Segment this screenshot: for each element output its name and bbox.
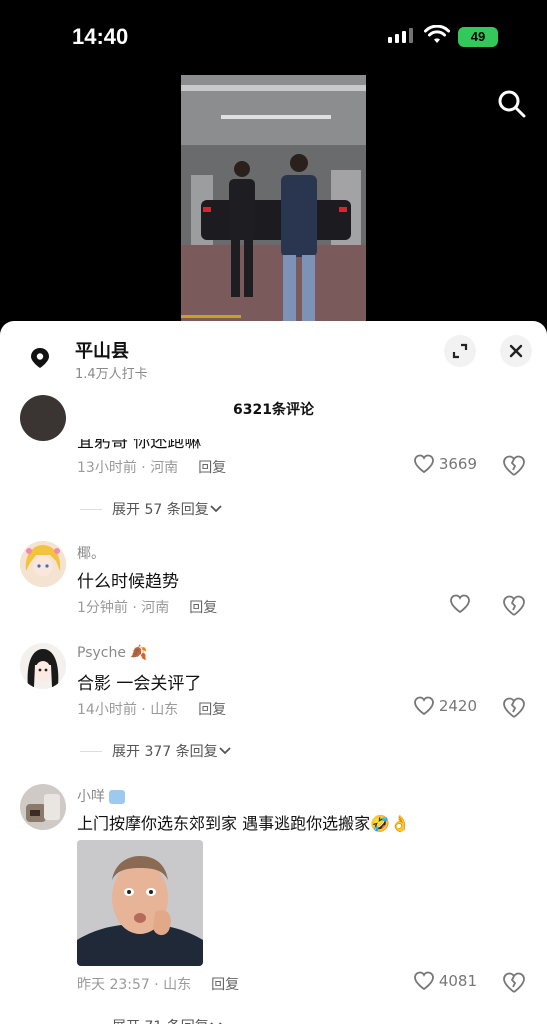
reply-button[interactable]: 回复 <box>189 600 217 616</box>
expand-replies-button[interactable]: 展开 57 条回复 <box>80 499 223 519</box>
like-count: 4081 <box>438 972 477 990</box>
like-button[interactable] <box>449 594 475 614</box>
comment-place: 河南 <box>150 460 179 476</box>
comment-time: 昨天 23:57 <box>77 977 150 993</box>
comment-item: 椰。 什么时候趋势 1分钟前 · 河南 回复 <box>0 541 547 641</box>
location-name: 平山县 <box>75 341 129 362</box>
comment-username[interactable]: 椰。 <box>77 543 105 563</box>
heart-icon <box>413 696 434 716</box>
battery-indicator: 49 <box>458 27 498 47</box>
user-badge-icon <box>109 790 126 804</box>
comment-username[interactable]: 小咩 <box>77 786 126 806</box>
comment-sticker-image[interactable] <box>77 840 203 966</box>
avatar[interactable] <box>20 395 66 441</box>
comment-count: 6321条评论 <box>233 402 314 418</box>
status-bar: 14:40 49 <box>0 0 547 70</box>
comment-meta: 昨天 23:57 · 山东 回复 <box>77 977 240 993</box>
heart-icon <box>413 454 434 474</box>
close-button[interactable] <box>500 335 532 367</box>
expand-replies-label: 展开 57 条回复 <box>112 502 209 518</box>
comment-time: 13小时前 <box>77 460 137 476</box>
divider <box>80 508 102 510</box>
leaf-badge-icon: 🍂 <box>130 645 148 661</box>
comment-text: 上门按摩你选东郊到家 遇事逃跑你选搬家🤣👌 <box>77 814 410 833</box>
comment-meta: 13小时前 · 河南 回复 <box>77 460 227 476</box>
chevron-down-icon <box>210 505 222 513</box>
comment-item: Psyche 🍂 合影 一会关评了 14小时前 · 山东 回复 2420 展开 3… <box>0 643 547 773</box>
comment-text: 宜躬哥 你还跑嘛 <box>77 432 202 452</box>
like-count: 2420 <box>438 697 477 715</box>
like-button[interactable]: 3669 <box>413 454 477 474</box>
like-button[interactable]: 4081 <box>413 971 477 991</box>
comment-place: 山东 <box>163 977 192 993</box>
video-frame <box>181 75 366 325</box>
comment-username-text: 小咩 <box>77 789 105 805</box>
battery-level: 49 <box>470 29 486 44</box>
avatar-image <box>20 784 66 830</box>
heart-icon <box>413 971 434 991</box>
avatar-image <box>20 643 66 689</box>
comment-time: 14小时前 <box>77 702 137 718</box>
expand-replies-label: 展开 71 条回复 <box>112 1016 209 1024</box>
comment-username[interactable]: Psyche 🍂 <box>77 645 148 661</box>
chevron-down-icon <box>218 747 231 755</box>
like-button[interactable]: 2420 <box>413 696 477 716</box>
video-preview[interactable] <box>181 75 366 325</box>
comment-item: 小咩 上门按摩你选东郊到家 遇事逃跑你选搬家🤣👌 昨天 23:57 · 山东 回复 <box>0 784 547 1024</box>
reply-button[interactable]: 回复 <box>198 460 226 476</box>
search-icon[interactable] <box>496 88 528 120</box>
avatar-image <box>20 541 66 587</box>
comment-meta: 1分钟前 · 河南 回复 <box>77 600 218 616</box>
avatar[interactable] <box>20 643 66 689</box>
cellular-signal-icon <box>388 28 413 43</box>
broken-heart-icon[interactable] <box>502 455 526 477</box>
sticker-art <box>77 840 203 966</box>
comment-sheet: 平山县 1.4万人打卡 6321条评论 宜躬哥 你还跑嘛 13小时前 · 河南回… <box>0 321 547 1024</box>
comment-place: 山东 <box>150 702 179 718</box>
expand-replies-label: 展开 377 条回复 <box>112 744 218 760</box>
reply-button[interactable]: 回复 <box>198 702 226 718</box>
status-time: 14:40 <box>72 24 129 49</box>
divider <box>80 750 102 752</box>
like-count: 3669 <box>438 455 477 473</box>
expand-replies-button[interactable]: 展开 71 条回复 <box>80 1016 223 1024</box>
broken-heart-icon[interactable] <box>502 595 526 617</box>
broken-heart-icon[interactable] <box>502 697 526 719</box>
comment-place: 河南 <box>141 600 170 616</box>
avatar[interactable] <box>20 784 66 830</box>
comment-item: 宜躬哥 你还跑嘛 13小时前 · 河南 回复 3669 展开 57 条回复 <box>0 395 547 541</box>
location-checkins: 1.4万人打卡 <box>75 367 148 382</box>
heart-icon <box>450 594 470 614</box>
comment-username-text: Psyche <box>77 645 126 661</box>
reply-button[interactable]: 回复 <box>211 977 239 993</box>
comment-time: 1分钟前 <box>77 600 128 616</box>
comment-text: 什么时候趋势 <box>77 572 179 592</box>
comment-text: 合影 一会关评了 <box>77 674 202 694</box>
expand-icon <box>452 343 468 359</box>
expand-replies-button[interactable]: 展开 377 条回复 <box>80 741 232 761</box>
expand-button[interactable] <box>444 335 476 367</box>
location-header[interactable]: 平山县 1.4万人打卡 <box>0 321 547 391</box>
broken-heart-icon[interactable] <box>502 972 526 994</box>
location-pin-icon <box>31 348 49 368</box>
wifi-icon <box>424 25 450 43</box>
avatar[interactable] <box>20 541 66 587</box>
close-icon <box>509 344 523 358</box>
comment-meta: 14小时前 · 山东 回复 <box>77 702 227 718</box>
